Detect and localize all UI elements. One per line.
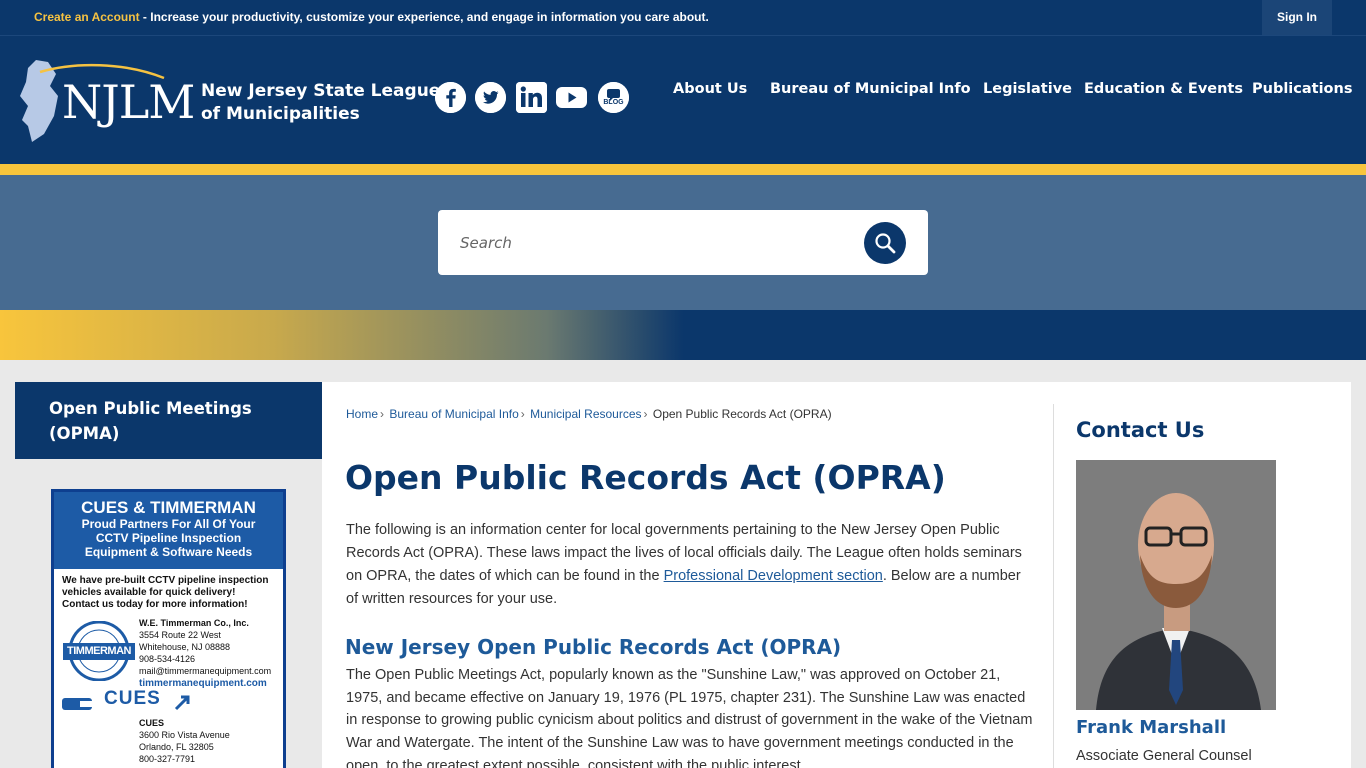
contact-name[interactable]: Frank Marshall bbox=[1076, 717, 1226, 738]
main-content: Home › Bureau of Municipal Info › Municipa… bbox=[322, 382, 1351, 768]
youtube-icon[interactable] bbox=[556, 82, 587, 113]
org-name-line1: New Jersey State League bbox=[201, 81, 441, 101]
blog-label: BLOG bbox=[603, 99, 624, 106]
breadcrumb-current: Open Public Records Act (OPRA) bbox=[652, 407, 832, 421]
facebook-icon[interactable] bbox=[435, 82, 466, 113]
ad-tagline-2: CCTV Pipeline Inspection bbox=[95, 531, 242, 545]
njlm-logo[interactable]: NJLM bbox=[14, 56, 195, 146]
ad-email-1: mail@timmermanequipment.com bbox=[139, 666, 272, 676]
cues-logo: CUES bbox=[62, 688, 192, 715]
promo-text: - Increase your productivity, customize … bbox=[139, 10, 709, 24]
search-button[interactable] bbox=[864, 222, 906, 264]
contact-portrait-icon bbox=[1076, 460, 1276, 710]
blog-icon[interactable]: BLOG bbox=[598, 82, 629, 113]
header-accent-line bbox=[0, 164, 1366, 175]
ad-tagline-3: Equipment & Software Needs bbox=[84, 545, 253, 559]
contact-role: Associate General Counsel bbox=[1076, 748, 1252, 764]
sidebar-item-opma[interactable]: Open Public Meetings (OPMA) bbox=[15, 382, 322, 459]
linkedin-icon[interactable] bbox=[516, 82, 547, 113]
ad-company-1: W.E. Timmerman Co., Inc. bbox=[139, 618, 249, 628]
ad-tagline-1: Proud Partners For All Of Your bbox=[81, 517, 256, 531]
ad-company-2: CUES bbox=[139, 718, 165, 728]
contact-title: Contact Us bbox=[1076, 418, 1205, 442]
professional-development-link[interactable]: Professional Development section bbox=[664, 568, 883, 584]
search-icon bbox=[875, 233, 896, 254]
intro-paragraph: The following is an information center f… bbox=[346, 519, 1036, 611]
cues-arrow-icon bbox=[174, 695, 190, 711]
ad-body-text: We have pre-built CCTV pipeline inspecti… bbox=[62, 575, 269, 610]
nav-legislative[interactable]: Legislative bbox=[983, 81, 1072, 97]
ad-phone-2: 800-327-7791 bbox=[139, 754, 196, 764]
breadcrumb-bureau[interactable]: Bureau of Municipal Info bbox=[389, 407, 518, 421]
decorative-band bbox=[0, 310, 1366, 360]
ad-body: We have pre-built CCTV pipeline inspecti… bbox=[54, 569, 283, 768]
sponsor-ad[interactable]: CUES & TIMMERMAN Proud Partners For All … bbox=[51, 489, 286, 768]
logo-wordmark: NJLM bbox=[62, 75, 195, 129]
nav-about-us[interactable]: About Us bbox=[673, 81, 747, 97]
org-name: New Jersey State League of Municipalitie… bbox=[201, 80, 440, 126]
ad-phone-1: 908-534-4126 bbox=[139, 654, 196, 664]
ad-address-2a: 3600 Rio Vista Avenue bbox=[139, 730, 230, 740]
page-title: Open Public Records Act (OPRA) bbox=[345, 458, 946, 497]
breadcrumb-municipal-resources[interactable]: Municipal Resources bbox=[530, 407, 641, 421]
ad-cues-block: CUES CUES 3600 Rio Vista Avenue Orlando,… bbox=[62, 688, 275, 765]
cues-logo-icon bbox=[62, 698, 92, 710]
contact-photo bbox=[1076, 460, 1276, 710]
ad-address-1b: Whitehouse, NJ 08888 bbox=[139, 642, 231, 652]
ad-timmerman-block: TIMMERMAN W.E. Timmerman Co., Inc. 3554 … bbox=[62, 617, 275, 690]
section-heading: New Jersey Open Public Records Act (OPRA… bbox=[345, 635, 842, 659]
twitter-icon[interactable] bbox=[475, 82, 506, 113]
top-bar: Create an Account - Increase your produc… bbox=[0, 0, 1366, 35]
search-box bbox=[438, 210, 928, 275]
search-input[interactable] bbox=[460, 230, 860, 255]
cues-logo-text: CUES bbox=[104, 688, 161, 709]
section-body: The Open Public Meetings Act, popularly … bbox=[346, 667, 1033, 768]
ad-address-1a: 3554 Route 22 West bbox=[139, 630, 221, 640]
nav-education-events[interactable]: Education & Events bbox=[1084, 81, 1243, 97]
ad-badge-text: TIMMERMAN bbox=[67, 645, 131, 657]
nav-bureau-municipal-info[interactable]: Bureau of Municipal Info bbox=[770, 81, 971, 97]
ad-address-2b: Orlando, FL 32805 bbox=[139, 742, 214, 752]
breadcrumb-home[interactable]: Home bbox=[346, 407, 378, 421]
ad-headline: CUES & TIMMERMAN bbox=[81, 498, 256, 517]
org-name-line2: of Municipalities bbox=[201, 104, 360, 124]
create-account-link[interactable]: Create an Account bbox=[34, 10, 140, 24]
breadcrumb: Home › Bureau of Municipal Info › Municipa… bbox=[346, 407, 832, 421]
site-header: NJLM New Jersey State League of Municipa… bbox=[0, 35, 1366, 165]
column-divider bbox=[1053, 404, 1054, 768]
nav-publications[interactable]: Publications bbox=[1252, 81, 1352, 97]
account-promo: Create an Account - Increase your produc… bbox=[34, 10, 709, 24]
ad-header: CUES & TIMMERMAN Proud Partners For All … bbox=[54, 492, 283, 569]
ad-cues-address: CUES 3600 Rio Vista Avenue Orlando, FL 3… bbox=[139, 717, 230, 765]
sign-in-button[interactable]: Sign In bbox=[1262, 0, 1332, 35]
ad-timmerman-address: W.E. Timmerman Co., Inc. 3554 Route 22 W… bbox=[139, 617, 271, 690]
search-hero bbox=[0, 175, 1366, 310]
